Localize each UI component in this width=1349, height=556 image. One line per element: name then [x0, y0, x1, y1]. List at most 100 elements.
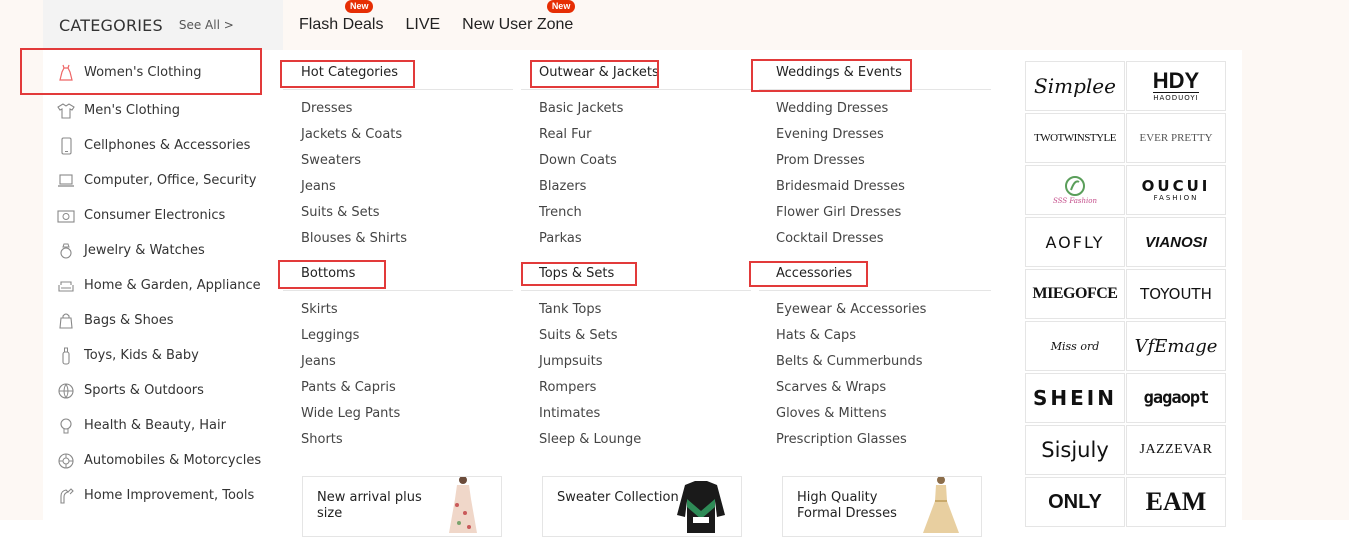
- category-link[interactable]: Sweaters: [301, 153, 361, 168]
- category-link[interactable]: Eyewear & Accessories: [776, 302, 926, 317]
- brand-logo-sisjuly[interactable]: Sisjuly: [1025, 425, 1125, 475]
- category-link[interactable]: Intimates: [539, 406, 600, 421]
- category-link[interactable]: Gloves & Mittens: [776, 406, 887, 421]
- category-link[interactable]: Jackets & Coats: [301, 127, 402, 142]
- sidebar-item-mens-clothing[interactable]: Men's Clothing: [43, 93, 283, 128]
- nav-new-user-zone[interactable]: New User Zone New: [462, 0, 576, 34]
- category-link[interactable]: Suits & Sets: [301, 205, 380, 220]
- formal-dress-image: [923, 477, 959, 533]
- sidebar-item-sports[interactable]: Sports & Outdoors: [43, 373, 283, 408]
- sidebar-item-jewelry[interactable]: Jewelry & Watches: [43, 233, 283, 268]
- brand-logo-only[interactable]: ONLY: [1025, 477, 1125, 527]
- sidebar-item-automobiles[interactable]: Automobiles & Motorcycles: [43, 443, 283, 478]
- category-link[interactable]: Trench: [539, 205, 582, 220]
- sidebar-item-label: Bags & Shoes: [84, 313, 174, 328]
- brand-logo-miegofce[interactable]: MIEGOFCE: [1025, 269, 1125, 319]
- category-link[interactable]: Bridesmaid Dresses: [776, 179, 905, 194]
- ball-icon: [57, 382, 75, 400]
- dress-model-image: [449, 477, 477, 533]
- sidebar-item-computer[interactable]: Computer, Office, Security: [43, 163, 283, 198]
- sidebar-item-home-improvement[interactable]: Home Improvement, Tools: [43, 478, 283, 513]
- brand-logo-hdy[interactable]: HDY HAODUOYI: [1126, 61, 1226, 111]
- sidebar-item-toys[interactable]: Toys, Kids & Baby: [43, 338, 283, 373]
- promo-card-formal-dresses[interactable]: High Quality Formal Dresses: [782, 476, 982, 537]
- category-link[interactable]: Suits & Sets: [539, 328, 618, 343]
- category-link[interactable]: Dresses: [301, 101, 352, 116]
- nav-live[interactable]: LIVE: [405, 16, 440, 34]
- brand-logo-eam[interactable]: EAM: [1126, 477, 1226, 527]
- category-link[interactable]: Skirts: [301, 302, 338, 317]
- divider: [283, 290, 513, 291]
- sidebar-item-electronics[interactable]: Consumer Electronics: [43, 198, 283, 233]
- category-link[interactable]: Basic Jackets: [539, 101, 623, 116]
- category-link[interactable]: Rompers: [539, 380, 596, 395]
- brand-logo-sss-fashion[interactable]: SSS Fashion: [1025, 165, 1125, 215]
- brand-name: EAM: [1145, 487, 1207, 516]
- category-link[interactable]: Sleep & Lounge: [539, 432, 641, 447]
- sidebar-item-cellphones[interactable]: Cellphones & Accessories: [43, 128, 283, 163]
- brand-subtitle: FASHION: [1153, 194, 1199, 202]
- nav-flash-deals[interactable]: Flash Deals New: [299, 0, 383, 34]
- category-link[interactable]: Cocktail Dresses: [776, 231, 884, 246]
- category-link[interactable]: Evening Dresses: [776, 127, 884, 142]
- category-link[interactable]: Flower Girl Dresses: [776, 205, 901, 220]
- brand-logo-vianosi[interactable]: VIANOSI: [1126, 217, 1226, 267]
- brand-logo-toyouth[interactable]: TOYOUTH: [1126, 269, 1226, 319]
- promo-card-sweater[interactable]: Sweater Collection: [542, 476, 742, 537]
- sidebar-item-home-garden[interactable]: Home & Garden, Appliance: [43, 268, 283, 303]
- brand-logo-simplee[interactable]: Simplee: [1025, 61, 1125, 111]
- brand-name: VIANOSI: [1145, 233, 1207, 251]
- leaf-logo-icon: [1065, 176, 1085, 196]
- category-link[interactable]: Wedding Dresses: [776, 101, 888, 116]
- categories-title: CATEGORIES: [59, 15, 163, 35]
- brand-name: Sisjuly: [1041, 438, 1109, 462]
- bag-icon: [57, 312, 75, 330]
- category-link[interactable]: Jeans: [301, 179, 336, 194]
- brand-logo-jazzevar[interactable]: JAZZEVAR: [1126, 425, 1226, 475]
- category-link[interactable]: Shorts: [301, 432, 343, 447]
- brand-logo-miss-ord[interactable]: Miss ord: [1025, 321, 1125, 371]
- brand-logo-shein[interactable]: SHEIN: [1025, 373, 1125, 423]
- category-link[interactable]: Jumpsuits: [539, 354, 602, 369]
- divider: [521, 89, 751, 90]
- category-link[interactable]: Prom Dresses: [776, 153, 865, 168]
- brand-logo-gagaopt[interactable]: gagaopt: [1126, 373, 1226, 423]
- category-link[interactable]: Tank Tops: [539, 302, 601, 317]
- promo-line: Formal Dresses: [797, 506, 897, 521]
- category-link[interactable]: Jeans: [301, 354, 336, 369]
- brand-name: AOFLY: [1045, 232, 1105, 252]
- brand-logo-vfemage[interactable]: VfEmage: [1126, 321, 1226, 371]
- category-link[interactable]: Real Fur: [539, 127, 592, 142]
- sidebar-item-label: Automobiles & Motorcycles: [84, 453, 262, 468]
- brand-logo-ever-pretty[interactable]: EVER PRETTY: [1126, 113, 1226, 163]
- promo-card-plus-size[interactable]: New arrival plus size: [302, 476, 502, 537]
- category-link[interactable]: Scarves & Wraps: [776, 380, 886, 395]
- bottle-icon: [57, 347, 75, 365]
- category-link[interactable]: Leggings: [301, 328, 359, 343]
- category-link[interactable]: Down Coats: [539, 153, 617, 168]
- category-link[interactable]: Hats & Caps: [776, 328, 856, 343]
- brand-logo-aofly[interactable]: AOFLY: [1025, 217, 1125, 267]
- category-link[interactable]: Blazers: [539, 179, 586, 194]
- category-link[interactable]: Parkas: [539, 231, 582, 246]
- see-all-link[interactable]: See All >: [179, 18, 234, 32]
- category-link[interactable]: Blouses & Shirts: [301, 231, 407, 246]
- new-badge: New: [344, 0, 374, 13]
- sidebar-item-health-beauty[interactable]: Health & Beauty, Hair: [43, 408, 283, 443]
- category-link[interactable]: Prescription Glasses: [776, 432, 907, 447]
- highlight-box-womens-clothing: [20, 48, 262, 95]
- category-link[interactable]: Pants & Capris: [301, 380, 396, 395]
- sidebar-item-label: Consumer Electronics: [84, 208, 226, 223]
- category-link[interactable]: Belts & Cummerbunds: [776, 354, 923, 369]
- sidebar-item-bags-shoes[interactable]: Bags & Shoes: [43, 303, 283, 338]
- sidebar-item-label: Home & Garden, Appliance: [84, 278, 261, 293]
- brand-name: Simplee: [1034, 74, 1116, 98]
- brand-logo-oucui[interactable]: OUCUI FASHION: [1126, 165, 1226, 215]
- highlight-box-accessories: [749, 261, 868, 287]
- brand-logo-twotwinstyle[interactable]: TWOTWINSTYLE: [1025, 113, 1125, 163]
- highlight-box-hot-categories: [280, 60, 415, 88]
- highlight-box-tops-sets: [521, 262, 637, 286]
- brand-name: JAZZEVAR: [1139, 442, 1213, 457]
- ring-icon: [57, 242, 75, 260]
- category-link[interactable]: Wide Leg Pants: [301, 406, 400, 421]
